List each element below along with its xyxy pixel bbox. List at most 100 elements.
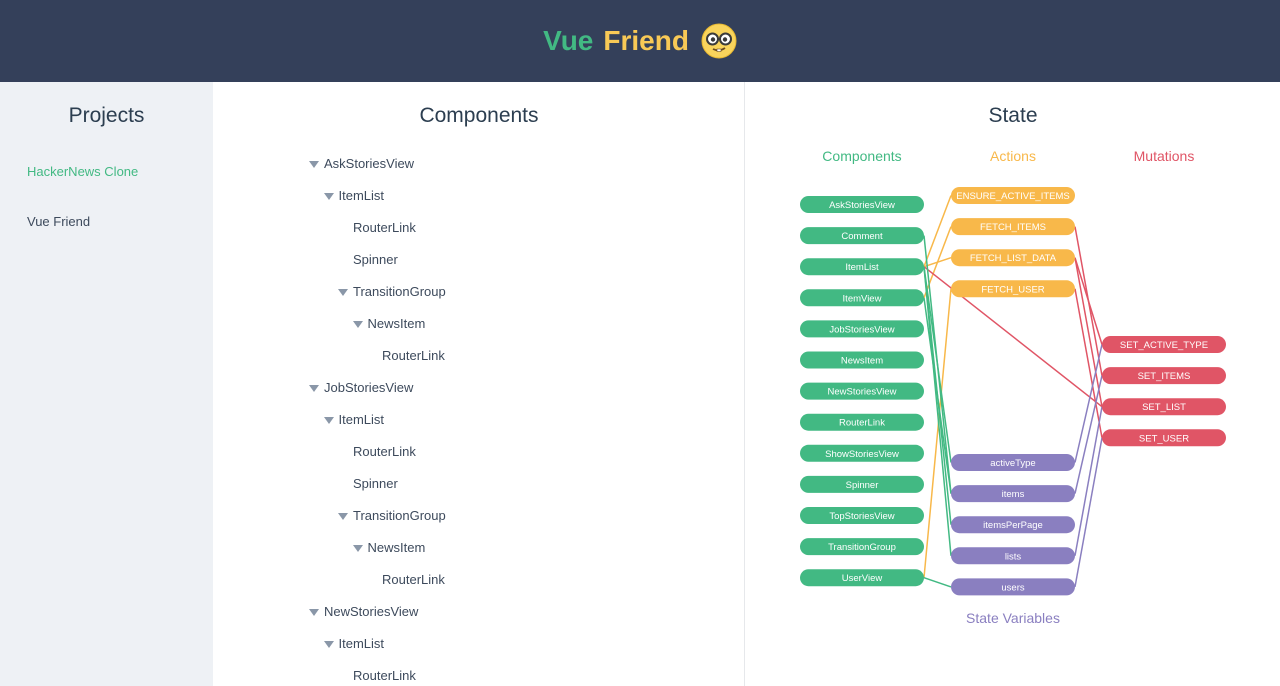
tree-node-label: ItemList <box>338 188 385 203</box>
component-node-label: ItemList <box>845 262 879 273</box>
component-node[interactable]: ItemView <box>800 289 924 307</box>
state-variable-node[interactable]: users <box>951 578 1075 596</box>
tree-node[interactable]: NewsItem <box>352 540 426 556</box>
tree-node[interactable]: AskStoriesView <box>309 156 414 172</box>
tree-node-label: RouterLink <box>353 220 416 235</box>
tree-node[interactable]: RouterLink <box>353 444 416 460</box>
project-vue-friend[interactable]: Vue Friend <box>27 214 90 229</box>
state-variables-label: State Variables <box>966 610 1060 626</box>
tree-node-label: NewStoriesView <box>324 604 419 619</box>
tree-node-label: TransitionGroup <box>353 508 446 523</box>
projects-sidebar: Projects HackerNews Clone Vue Friend <box>0 82 213 686</box>
app-header: Vue Friend <box>0 0 1280 82</box>
tree-node-label: NewsItem <box>367 316 426 331</box>
action-node-label: FETCH_USER <box>981 284 1044 295</box>
title-friend: Friend <box>603 25 689 56</box>
project-hackernews-clone[interactable]: HackerNews Clone <box>27 164 138 179</box>
component-node[interactable]: NewsItem <box>800 351 924 369</box>
component-node-label: RouterLink <box>839 418 885 429</box>
state-graph: AskStoriesView Comment ItemList ItemView Job… <box>800 187 1226 596</box>
link-component-action <box>923 226 952 299</box>
caret-down-icon[interactable] <box>323 416 334 424</box>
action-node[interactable]: FETCH_USER <box>951 280 1075 298</box>
caret-down-icon[interactable] <box>338 288 348 296</box>
tree-node[interactable]: JobStoriesView <box>309 380 413 396</box>
state-variable-node[interactable]: itemsPerPage <box>951 516 1075 534</box>
state-variable-node-label: users <box>1001 582 1024 593</box>
tree-node-label: RouterLink <box>353 444 416 459</box>
component-node-label: ShowStoriesView <box>825 449 899 460</box>
state-variable-node[interactable]: activeType <box>951 454 1075 471</box>
state-variable-node[interactable]: items <box>951 485 1075 503</box>
caret-down-icon[interactable] <box>309 384 319 392</box>
component-node[interactable]: ShowStoriesView <box>800 444 924 462</box>
tree-node-label: AskStoriesView <box>324 156 415 171</box>
component-node[interactable]: AskStoriesView <box>800 196 924 213</box>
tree-node[interactable]: Spinner <box>353 476 398 492</box>
tree-node[interactable]: ItemList <box>323 412 385 428</box>
mutation-node-label: SET_ITEMS <box>1138 371 1191 382</box>
component-node-label: TransitionGroup <box>828 542 896 553</box>
state-variable-node-label: items <box>1002 489 1025 500</box>
caret-down-icon[interactable] <box>309 160 319 168</box>
action-node[interactable]: ENSURE_ACTIVE_ITEMS <box>951 187 1075 204</box>
title-vue: Vue <box>543 25 594 56</box>
component-node[interactable]: Spinner <box>800 475 924 493</box>
tree-node[interactable]: RouterLink <box>382 348 445 364</box>
caret-down-icon[interactable] <box>352 320 363 328</box>
component-node[interactable]: RouterLink <box>800 413 924 431</box>
tree-node[interactable]: TransitionGroup <box>338 508 446 524</box>
tree-node-label: ItemList <box>338 412 385 427</box>
tree-node[interactable]: TransitionGroup <box>338 284 446 300</box>
tree-node-label: ItemList <box>338 636 385 651</box>
mutation-node-label: SET_USER <box>1139 433 1189 444</box>
mutation-node[interactable]: SET_LIST <box>1102 398 1226 416</box>
tree-node-label: JobStoriesView <box>324 380 414 395</box>
state-variable-node-label: lists <box>1005 551 1022 562</box>
tree-node[interactable]: ItemList <box>323 188 385 204</box>
tree-node-label: NewsItem <box>367 540 426 555</box>
action-node[interactable]: FETCH_LIST_DATA <box>951 249 1075 267</box>
caret-down-icon[interactable] <box>352 544 363 552</box>
component-node[interactable]: ItemList <box>800 258 924 276</box>
caret-down-icon[interactable] <box>338 512 348 520</box>
component-node-label: Comment <box>841 231 883 242</box>
tree-node[interactable]: NewsItem <box>352 316 426 332</box>
state-variable-node-label: activeType <box>990 458 1035 469</box>
tree-node[interactable]: Spinner <box>353 252 398 268</box>
mutation-node[interactable]: SET_ITEMS <box>1102 367 1226 385</box>
tree-node[interactable]: RouterLink <box>382 572 445 588</box>
component-node-label: ItemView <box>843 293 882 304</box>
component-node-label: NewsItem <box>841 356 883 367</box>
tree-node[interactable]: NewStoriesView <box>309 604 418 620</box>
component-node[interactable]: TransitionGroup <box>800 538 924 556</box>
component-node-label: Spinner <box>846 480 879 491</box>
nerd-face-icon <box>701 23 737 59</box>
action-node-label: FETCH_ITEMS <box>980 222 1046 233</box>
component-node[interactable]: TopStoriesView <box>800 507 924 524</box>
tree-node[interactable]: ItemList <box>323 636 385 652</box>
action-node[interactable]: FETCH_ITEMS <box>951 218 1075 236</box>
link-state-mutation <box>1074 437 1103 588</box>
state-variable-node[interactable]: lists <box>951 547 1075 565</box>
link-component-action <box>923 195 952 267</box>
component-node-label: AskStoriesView <box>829 200 895 211</box>
link-state-mutation <box>1074 375 1103 494</box>
tree-node-label: RouterLink <box>382 348 445 363</box>
caret-down-icon[interactable] <box>309 608 319 616</box>
mutation-node[interactable]: SET_ACTIVE_TYPE <box>1102 336 1226 353</box>
caret-down-icon[interactable] <box>323 640 334 648</box>
component-node[interactable]: NewStoriesView <box>800 382 924 400</box>
tree-node[interactable]: RouterLink <box>353 668 416 684</box>
component-node[interactable]: Comment <box>800 227 924 245</box>
mutation-node[interactable]: SET_USER <box>1102 429 1226 447</box>
caret-down-icon[interactable] <box>323 192 334 200</box>
tree-node-label: Spinner <box>353 476 398 491</box>
component-node[interactable]: JobStoriesView <box>800 320 924 338</box>
mutation-node-label: SET_LIST <box>1142 402 1186 413</box>
component-node[interactable]: UserView <box>800 569 924 587</box>
link-component-state <box>923 266 952 556</box>
action-node-label: ENSURE_ACTIVE_ITEMS <box>956 191 1070 202</box>
tree-node[interactable]: RouterLink <box>353 220 416 236</box>
state-panel: State Components Actions Mutations AskSt… <box>746 82 1280 686</box>
